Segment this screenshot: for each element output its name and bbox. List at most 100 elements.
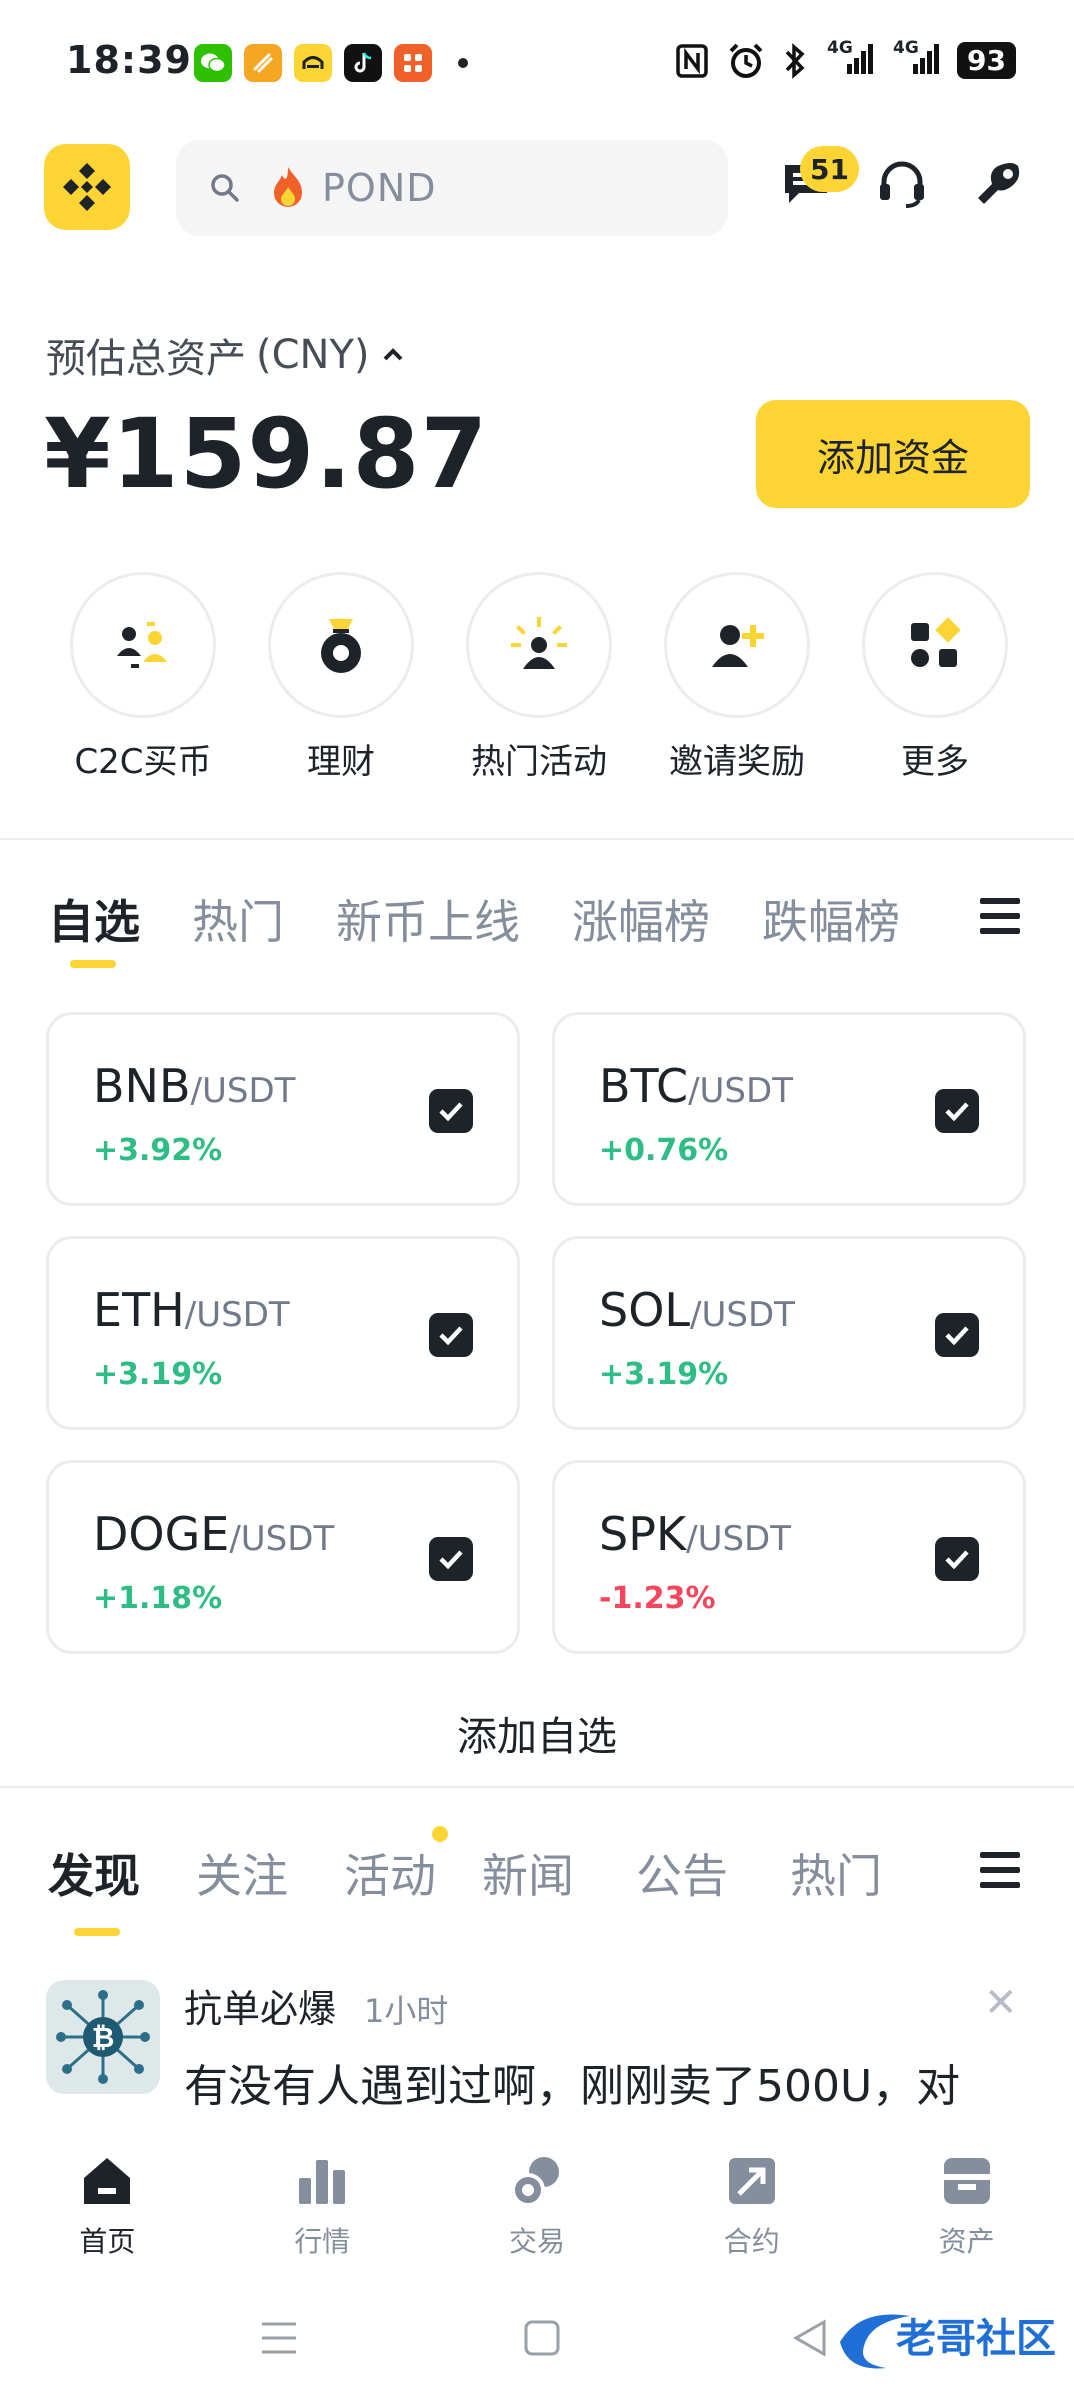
fire-icon <box>274 167 302 207</box>
estimated-balance-label: 预估总资产 (CNY) <box>46 326 406 384</box>
nav-home[interactable]: 首页 <box>0 2130 215 2280</box>
tab-news[interactable]: 新闻 <box>482 1840 574 1906</box>
tab-discover[interactable]: 发现 <box>48 1840 140 1906</box>
nav-assets[interactable]: 资产 <box>859 2130 1074 2280</box>
market-menu-icon[interactable] <box>980 898 1020 938</box>
shortcut-events[interactable]: 热门活动 <box>464 572 614 783</box>
tab-campaigns[interactable]: 活动 <box>344 1840 436 1906</box>
status-bar: 18:39 4G 4G 93 <box>0 0 1074 128</box>
price-change: +3.92% <box>93 1133 223 1168</box>
search-bar[interactable]: POND <box>176 140 728 236</box>
checkbox[interactable] <box>429 1313 473 1357</box>
status-time: 18:39 <box>66 38 192 82</box>
search-placeholder: POND <box>322 166 437 210</box>
menu-icon[interactable] <box>258 2316 300 2360</box>
chevron-up-icon[interactable] <box>380 345 406 365</box>
add-watchlist-button[interactable]: 添加自选 <box>0 1704 1074 1762</box>
price-change: +0.76% <box>599 1133 729 1168</box>
shortcut-label: 理财 <box>307 742 375 782</box>
checkbox[interactable] <box>935 1089 979 1133</box>
shortcut-more[interactable]: 更多 <box>860 572 1010 783</box>
quote-asset: /USDT <box>184 1295 290 1335</box>
home-icon <box>84 2158 131 2204</box>
shortcut-c2c-circle <box>70 572 216 718</box>
balance-label-text: 预估总资产 <box>46 336 246 382</box>
tab-following[interactable]: 关注 <box>196 1840 288 1906</box>
c2c-icon <box>117 622 167 668</box>
quote-asset: /USDT <box>686 1519 791 1559</box>
section-divider <box>0 1786 1074 1788</box>
battery-indicator: 93 <box>957 42 1016 79</box>
bitcoin-network-icon: ₿ <box>56 1990 150 2084</box>
watchlist-card[interactable]: SOL/USDT +3.19% <box>552 1236 1026 1430</box>
checkbox[interactable] <box>429 1537 473 1581</box>
wechat-icon <box>194 44 232 82</box>
app-red-icon <box>394 44 432 82</box>
post-time: 1小时 <box>364 1992 449 2030</box>
back-icon[interactable] <box>790 2316 830 2360</box>
post-author[interactable]: 抗单必爆 <box>184 1978 336 2033</box>
check-icon <box>945 1550 969 1570</box>
check-icon <box>945 1326 969 1346</box>
check-icon <box>439 1326 463 1346</box>
nav-trade[interactable]: 交易 <box>430 2130 645 2280</box>
more-icon <box>911 617 961 667</box>
support-button[interactable] <box>874 156 930 212</box>
status-app-icons <box>194 44 468 82</box>
network-label-2: 4G <box>893 38 919 58</box>
tab-hot[interactable]: 热门 <box>192 886 284 952</box>
avatar[interactable]: ₿ <box>46 1980 160 2094</box>
events-icon <box>511 617 567 669</box>
market-tabs: 自选 热门 新币上线 涨幅榜 跌幅榜 <box>48 886 952 952</box>
feed-menu-icon[interactable] <box>980 1852 1020 1892</box>
pair-symbol: DOGE/USDT <box>93 1507 334 1561</box>
pair-symbol: SPK/USDT <box>599 1507 791 1561</box>
search-icon <box>211 174 239 202</box>
base-asset: SOL <box>599 1283 691 1337</box>
tab-losers[interactable]: 跌幅榜 <box>762 886 900 952</box>
close-icon[interactable]: ✕ <box>984 1980 1018 2026</box>
watchlist-card[interactable]: DOGE/USDT +1.18% <box>46 1460 520 1654</box>
checkbox[interactable] <box>935 1537 979 1581</box>
post-text[interactable]: 有没有人遇到过啊，刚刚卖了500U，对 <box>184 2050 1044 2114</box>
price-change: +3.19% <box>599 1357 729 1392</box>
shortcut-label: 热门活动 <box>471 742 607 782</box>
shortcut-events-circle <box>466 572 612 718</box>
watermark-text: 老哥社区 <box>896 2316 1056 2362</box>
pair-symbol: SOL/USDT <box>599 1283 795 1337</box>
futures-icon <box>728 2158 775 2204</box>
nav-futures[interactable]: 合约 <box>644 2130 859 2280</box>
tab-new-listings[interactable]: 新币上线 <box>336 886 520 952</box>
base-asset: DOGE <box>93 1507 230 1561</box>
watchlist-card[interactable]: BNB/USDT +3.92% <box>46 1012 520 1206</box>
bottom-nav: 首页 行情 交易 合约 资产 <box>0 2130 1074 2280</box>
shortcut-invite[interactable]: 邀请奖励 <box>662 572 812 783</box>
checkbox[interactable] <box>935 1313 979 1357</box>
app-orange-icon <box>244 44 282 82</box>
shortcut-earn[interactable]: 理财 <box>266 572 416 783</box>
balance-currency[interactable]: (CNY) <box>256 332 370 378</box>
add-funds-button[interactable]: 添加资金 <box>756 400 1030 508</box>
tab-announcements[interactable]: 公告 <box>636 1840 728 1906</box>
share-icon <box>978 163 1020 204</box>
nav-markets[interactable]: 行情 <box>215 2130 430 2280</box>
share-button[interactable] <box>970 156 1026 212</box>
shortcut-earn-circle <box>268 572 414 718</box>
watchlist-card[interactable]: SPK/USDT -1.23% <box>552 1460 1026 1654</box>
tab-favorites[interactable]: 自选 <box>48 886 140 952</box>
check-icon <box>439 1550 463 1570</box>
watchlist-card[interactable]: BTC/USDT +0.76% <box>552 1012 1026 1206</box>
binance-logo-button[interactable] <box>44 144 130 230</box>
shortcut-label: 更多 <box>901 742 969 782</box>
shortcut-c2c[interactable]: C2C买币 <box>68 572 218 783</box>
tab-trending[interactable]: 热门 <box>790 1840 882 1906</box>
quote-asset: /USDT <box>229 1519 335 1559</box>
check-icon <box>439 1102 463 1122</box>
wallet-icon <box>943 2158 990 2204</box>
checkbox[interactable] <box>429 1089 473 1133</box>
home-button-icon[interactable] <box>522 2316 562 2360</box>
base-asset: SPK <box>599 1507 687 1561</box>
tab-gainers[interactable]: 涨幅榜 <box>572 886 710 952</box>
watchlist-card[interactable]: ETH/USDT +3.19% <box>46 1236 520 1430</box>
notification-dot <box>458 58 468 68</box>
